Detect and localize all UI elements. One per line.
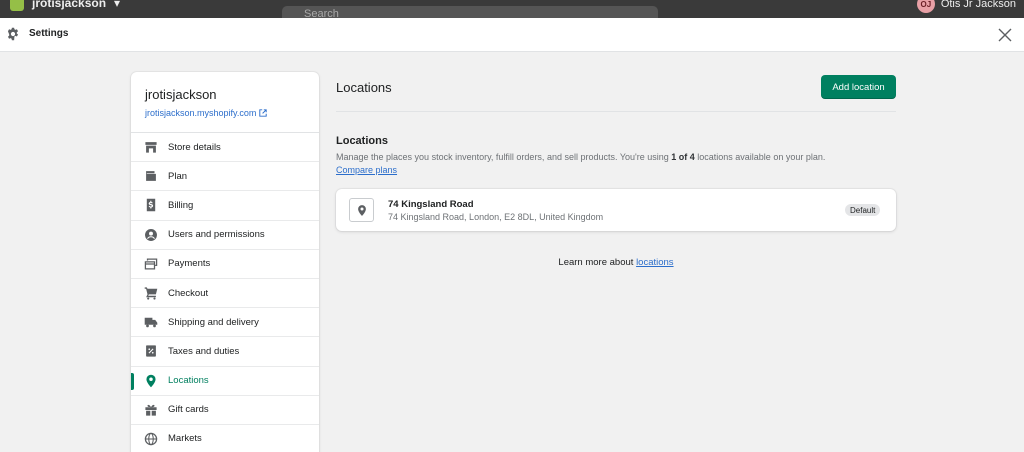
- admin-topbar: jrotisjackson ▾ Search OJ Otis Jr Jackso…: [0, 0, 1024, 18]
- locations-section-title: Locations: [336, 135, 388, 147]
- wallet-icon: [146, 171, 156, 182]
- learn-more-label: Learn more about: [558, 257, 637, 268]
- sidebar-item-store-details[interactable]: Store details: [131, 133, 319, 163]
- cart-icon: [144, 287, 158, 300]
- page-title: Settings: [29, 28, 69, 39]
- store-name: jrotisjackson: [145, 87, 217, 102]
- add-location-button[interactable]: Add location: [821, 75, 896, 99]
- user-menu[interactable]: OJ Otis Jr Jackson: [916, 0, 1016, 13]
- sidebar-item-label: Store details: [168, 141, 221, 153]
- sidebar-item-label: Markets: [168, 433, 202, 445]
- sidebar-item-checkout[interactable]: Checkout: [131, 279, 319, 309]
- sidebar-item-label: Billing: [168, 199, 194, 211]
- sidebar-item-label: Plan: [168, 170, 188, 182]
- truck-icon: [144, 318, 158, 328]
- sidebar-item-markets[interactable]: Markets: [131, 425, 319, 452]
- close-icon[interactable]: [997, 27, 1013, 43]
- divider: [336, 111, 896, 112]
- sidebar-item-locations[interactable]: Locations: [131, 367, 319, 396]
- percent-icon: [146, 345, 156, 358]
- location-address: 74 Kingsland Road, London, E2 8DL, Unite…: [388, 212, 604, 222]
- sidebar-item-label: Users and permissions: [168, 229, 265, 241]
- locations-usage-count: 1 of 4: [671, 152, 695, 162]
- store-switcher[interactable]: jrotisjackson ▾: [10, 0, 120, 11]
- learn-more-text: Learn more about locations: [336, 257, 896, 268]
- avatar: OJ: [916, 0, 935, 13]
- store-url-link[interactable]: jrotisjackson.myshopify.com: [145, 108, 319, 118]
- store-icon: [145, 142, 157, 153]
- dollar-icon: [146, 199, 156, 212]
- chevron-down-icon: ▾: [114, 0, 121, 10]
- description-text-2: locations available on your plan.: [694, 152, 826, 162]
- store-url-label: jrotisjackson.myshopify.com: [145, 108, 257, 118]
- location-name: 74 Kingsland Road: [388, 199, 474, 210]
- sidebar-item-label: Taxes and duties: [168, 345, 240, 357]
- sidebar-item-gift-cards[interactable]: Gift cards: [131, 396, 319, 425]
- locations-help-link[interactable]: locations: [636, 257, 674, 268]
- globe-icon: [144, 432, 158, 446]
- location-pin-icon: [146, 374, 156, 387]
- sidebar-item-label: Gift cards: [168, 404, 209, 416]
- default-badge: Default: [845, 204, 881, 216]
- description-text: Manage the places you stock inventory, f…: [336, 152, 672, 162]
- sidebar-item-shipping-and-delivery[interactable]: Shipping and delivery: [131, 308, 319, 338]
- sidebar-item-label: Checkout: [168, 287, 209, 299]
- sidebar-item-label: Shipping and delivery: [168, 316, 259, 328]
- sidebar-item-plan[interactable]: Plan: [131, 162, 319, 192]
- locations-heading: Locations: [336, 80, 392, 95]
- locations-description: Manage the places you stock inventory, f…: [336, 151, 836, 177]
- shopify-logo-icon: [10, 0, 24, 11]
- user-name: Otis Jr Jackson: [940, 0, 1016, 10]
- gear-icon: [7, 27, 19, 41]
- gift-icon: [145, 404, 157, 416]
- user-circle-icon: [145, 228, 157, 241]
- sidebar-item-billing[interactable]: Billing: [131, 191, 319, 221]
- settings-header: Settings: [0, 18, 1024, 52]
- sidebar-item-users-and-permissions[interactable]: Users and permissions: [131, 221, 319, 250]
- admin-search-input[interactable]: Search: [282, 6, 658, 18]
- store-info: jrotisjackson jrotisjackson.myshopify.co…: [131, 72, 319, 133]
- sidebar-item-label: Locations: [168, 375, 209, 387]
- location-card[interactable]: 74 Kingsland Road 74 Kingsland Road, Lon…: [336, 189, 896, 231]
- location-pin-icon: [357, 204, 366, 216]
- settings-sidebar: jrotisjackson jrotisjackson.myshopify.co…: [131, 72, 319, 452]
- store-switcher-label: jrotisjackson: [32, 0, 107, 10]
- sidebar-item-taxes-and-duties[interactable]: Taxes and duties: [131, 337, 319, 367]
- compare-plans-link[interactable]: Compare plans: [336, 165, 397, 175]
- location-thumbnail: [349, 198, 374, 222]
- sidebar-item-payments[interactable]: Payments: [131, 250, 319, 279]
- payments-icon: [144, 258, 158, 270]
- external-link-icon: [259, 109, 268, 117]
- sidebar-item-label: Payments: [168, 258, 211, 270]
